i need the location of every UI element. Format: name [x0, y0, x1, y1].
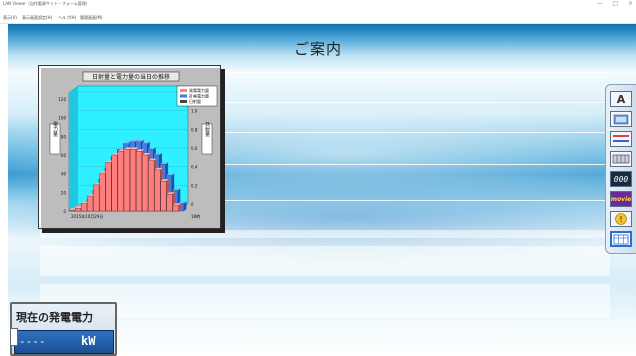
- table-tool-icon[interactable]: [610, 231, 632, 247]
- chart-y-tick-left: 120: [58, 97, 66, 102]
- svg-text:!: !: [619, 215, 622, 224]
- menu-item-admin[interactable]: 管理画面(M): [80, 15, 103, 21]
- chart-bar-series-a: [154, 169, 161, 212]
- chart-y-tick-left: 20: [61, 190, 67, 195]
- scale-tool-icon[interactable]: [610, 151, 632, 167]
- chart-bar-series-a: [99, 173, 106, 212]
- chart-bar-series-a: [74, 208, 81, 212]
- menu-bar: 表示(V) 表示画面設定(H) ヘルプ(H) 管理画面(M): [0, 12, 636, 24]
- chart-bar-series-a: [166, 194, 173, 212]
- notice-title: ご案内: [294, 40, 343, 58]
- chart-x-date-label: 2015年10月29日: [71, 213, 103, 219]
- menu-item-help[interactable]: ヘルプ(H): [58, 15, 76, 21]
- window-titlebar: LAN Viewer（自作電源サイト・フォーム管理） — □ ×: [0, 0, 636, 12]
- text-box[interactable]: [40, 230, 610, 238]
- chart-bar-series-a: [87, 195, 94, 212]
- current-power-readout: ---- kW: [14, 330, 114, 354]
- chart-y-tick-right: 0.8: [191, 127, 198, 132]
- chart-bar-series-a: [111, 154, 118, 212]
- menu-item-view[interactable]: 表示(V): [3, 15, 17, 21]
- menu-item-screen-settings[interactable]: 表示画面設定(H): [22, 15, 52, 21]
- chart-y-tick-left: 40: [61, 172, 67, 177]
- text-box[interactable]: [40, 246, 610, 276]
- chart-bar-series-a: [160, 180, 167, 212]
- chart-bar-series-a: [117, 151, 124, 212]
- chart-y-tick-right: 0.6: [191, 146, 198, 151]
- chart-bar-series-a: [148, 160, 155, 212]
- close-button[interactable]: ×: [628, 0, 633, 7]
- chart-legend-swatch: [180, 89, 187, 92]
- chart-y-tick-right: 0.2: [191, 183, 198, 188]
- resize-handle[interactable]: [10, 328, 18, 346]
- text-box[interactable]: [40, 284, 610, 318]
- chart-x-end-label: 18時: [191, 213, 200, 219]
- chart-bar-series-a: [136, 151, 142, 212]
- chart-legend-swatch: [180, 100, 187, 103]
- image-tool-icon[interactable]: [610, 111, 632, 127]
- chart-y-tick-left: 60: [61, 153, 67, 158]
- chart-legend-label: 日射量: [189, 98, 201, 104]
- current-power-label: 現在の発電電力: [16, 311, 93, 324]
- chart-ylabel-right: 日射量: [204, 122, 210, 138]
- chart-side-wall: [69, 86, 78, 211]
- current-power-panel[interactable]: 現在の発電電力 ---- kW: [10, 302, 117, 356]
- chart-bar-series-a: [172, 205, 179, 212]
- alert-tool-icon[interactable]: !: [610, 211, 632, 227]
- chart-bar-series-a: [105, 162, 112, 212]
- line-tool-icon[interactable]: [610, 131, 632, 147]
- chart-y-tick-right: 1.0: [191, 109, 198, 114]
- chart-y-tick-right: 0.4: [191, 165, 198, 170]
- chart-title: 日射量と電力量の当日の推移: [92, 73, 170, 81]
- window-controls: — □ ×: [588, 0, 633, 7]
- solar-chart: 日射量と電力量の当日の推移1201008060402001.21.00.80.6…: [41, 68, 220, 228]
- movie-tool-icon[interactable]: movie: [610, 191, 632, 207]
- chart-bar-series-a: [93, 184, 100, 212]
- chart-ylabel-left: 電力量: [52, 122, 58, 138]
- chart-bar-series-a: [68, 209, 75, 212]
- current-power-unit: kW: [81, 334, 96, 348]
- text-tool-icon[interactable]: A: [610, 91, 632, 107]
- solar-chart-panel[interactable]: 日射量と電力量の当日の推移1201008060402001.21.00.80.6…: [38, 65, 221, 229]
- maximize-button[interactable]: □: [612, 0, 618, 7]
- current-power-value: ----: [19, 335, 46, 348]
- chart-bar-series-a: [123, 149, 130, 212]
- chart-bar-series-a: [129, 149, 136, 212]
- chart-legend-swatch: [180, 94, 187, 98]
- chart-legend-label: 計画電力量: [189, 93, 209, 99]
- toolbox-palette: A 000 movie !: [605, 84, 636, 254]
- chart-bar-series-a: [142, 154, 149, 212]
- chart-y-tick-left: 80: [61, 134, 67, 139]
- chart-y-tick-left: 100: [58, 116, 66, 121]
- chart-bar-series-a: [81, 203, 87, 212]
- window-title: LAN Viewer（自作電源サイト・フォーム管理）: [3, 1, 90, 6]
- digital-counter-icon[interactable]: 000: [610, 171, 632, 187]
- chart-legend-label: 発電電力量: [189, 87, 209, 93]
- minimize-button[interactable]: —: [596, 0, 602, 7]
